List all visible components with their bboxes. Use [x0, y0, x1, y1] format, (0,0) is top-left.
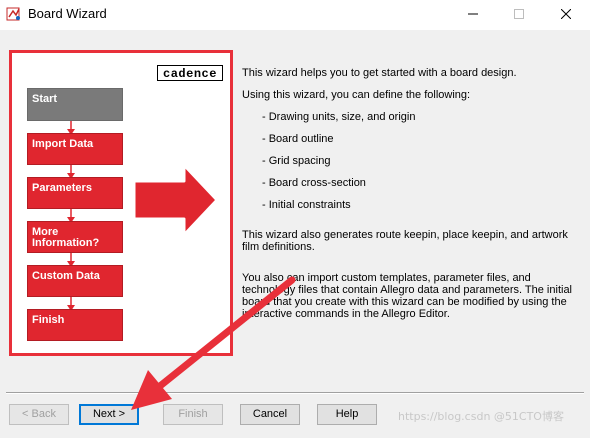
import-text-line4: interactive commands in the Allegro Edit…	[242, 308, 450, 320]
window-title: Board Wizard	[28, 6, 107, 21]
step-custom-data: Custom Data	[27, 265, 123, 297]
title-bar[interactable]: Board Wizard	[0, 0, 590, 30]
keepin-text-line1: This wizard also generates route keepin,…	[242, 229, 568, 241]
step-import-data: Import Data	[27, 133, 123, 165]
maximize-button[interactable]	[496, 0, 542, 28]
step-start: Start	[27, 88, 123, 121]
list-item: - Board cross-section	[262, 177, 366, 189]
button-separator	[6, 392, 584, 394]
list-item: - Board outline	[262, 133, 334, 145]
step-parameters: Parameters	[27, 177, 123, 209]
keepin-text-line2: film definitions.	[242, 241, 315, 253]
list-item: - Drawing units, size, and origin	[262, 111, 416, 123]
help-button[interactable]: Help	[317, 404, 377, 425]
close-icon	[561, 9, 571, 19]
import-text-line2: technology files that contain Allegro da…	[242, 284, 572, 296]
board-wizard-window: Board Wizard cadence Start Import Data P…	[0, 0, 590, 438]
app-icon	[6, 6, 22, 22]
using-text: Using this wizard, you can define the fo…	[242, 89, 471, 101]
maximize-icon	[514, 9, 524, 19]
next-button[interactable]: Next >	[79, 404, 139, 425]
minimize-button[interactable]	[450, 0, 496, 28]
intro-text: This wizard helps you to get started wit…	[242, 67, 517, 79]
list-item: - Initial constraints	[262, 199, 351, 211]
wizard-steps-panel: cadence Start Import Data Parameters Mor…	[9, 50, 233, 356]
watermark: https://blog.csdn @51CTO博客	[398, 410, 564, 423]
cancel-button[interactable]: Cancel	[240, 404, 300, 425]
minimize-icon	[468, 13, 478, 15]
step-finish: Finish	[27, 309, 123, 341]
import-text-line3: board that you create with this wizard c…	[242, 296, 567, 308]
list-item: - Grid spacing	[262, 155, 331, 167]
right-arrow-icon	[132, 163, 219, 237]
finish-button[interactable]: Finish	[163, 404, 223, 425]
back-button[interactable]: < Back	[9, 404, 69, 425]
step-more-information: More Information?	[27, 221, 123, 253]
close-button[interactable]	[543, 0, 589, 28]
import-text-line1: You also can import custom templates, pa…	[242, 272, 531, 284]
